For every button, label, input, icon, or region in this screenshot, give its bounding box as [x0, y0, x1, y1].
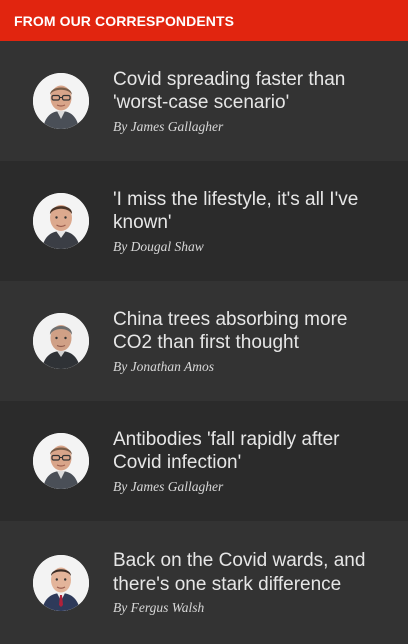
correspondents-list: Covid spreading faster than 'worst-case … — [0, 41, 408, 644]
list-item[interactable]: 'I miss the lifestyle, it's all I've kno… — [0, 161, 408, 281]
dougal-shaw-portrait-icon — [33, 193, 89, 249]
avatar-container — [0, 73, 114, 129]
headline-link[interactable]: China trees absorbing more CO2 than firs… — [113, 308, 388, 355]
avatar — [33, 313, 89, 369]
item-text: 'I miss the lifestyle, it's all I've kno… — [113, 188, 408, 255]
headline-link[interactable]: Back on the Covid wards, and there's one… — [113, 549, 388, 596]
avatar — [33, 193, 89, 249]
avatar-container — [0, 554, 114, 611]
item-text: Covid spreading faster than 'worst-case … — [113, 68, 408, 135]
avatar — [33, 554, 89, 611]
avatar — [33, 433, 89, 489]
list-item[interactable]: China trees absorbing more CO2 than firs… — [0, 281, 408, 401]
avatar-container — [0, 433, 114, 489]
item-text: Antibodies 'fall rapidly after Covid inf… — [113, 428, 408, 495]
fergus-walsh-portrait-icon — [33, 554, 89, 611]
byline: By Dougal Shaw — [113, 238, 204, 254]
avatar-container — [0, 193, 114, 249]
panel-title: FROM OUR CORRESPONDENTS — [14, 12, 235, 29]
headline-link[interactable]: Covid spreading faster than 'worst-case … — [113, 68, 388, 115]
byline: By Jonathan Amos — [113, 358, 214, 374]
item-text: China trees absorbing more CO2 than firs… — [113, 308, 408, 375]
correspondents-panel: FROM OUR CORRESPONDENTS Covid spreading … — [0, 0, 408, 644]
avatar-container — [0, 313, 114, 369]
list-item[interactable]: Antibodies 'fall rapidly after Covid inf… — [0, 401, 408, 521]
headline-link[interactable]: Antibodies 'fall rapidly after Covid inf… — [113, 428, 388, 475]
byline: By James Gallagher — [113, 478, 224, 494]
byline: By Fergus Walsh — [113, 600, 205, 615]
james-gallagher-portrait-icon — [33, 433, 89, 489]
jonathan-amos-portrait-icon — [33, 313, 89, 369]
avatar — [33, 73, 89, 129]
list-item[interactable]: Back on the Covid wards, and there's one… — [0, 521, 408, 644]
james-gallagher-portrait-icon — [33, 73, 89, 129]
panel-header: FROM OUR CORRESPONDENTS — [0, 0, 408, 41]
byline: By James Gallagher — [113, 118, 224, 134]
list-item[interactable]: Covid spreading faster than 'worst-case … — [0, 41, 408, 161]
headline-link[interactable]: 'I miss the lifestyle, it's all I've kno… — [113, 188, 388, 235]
item-text: Back on the Covid wards, and there's one… — [113, 549, 408, 616]
